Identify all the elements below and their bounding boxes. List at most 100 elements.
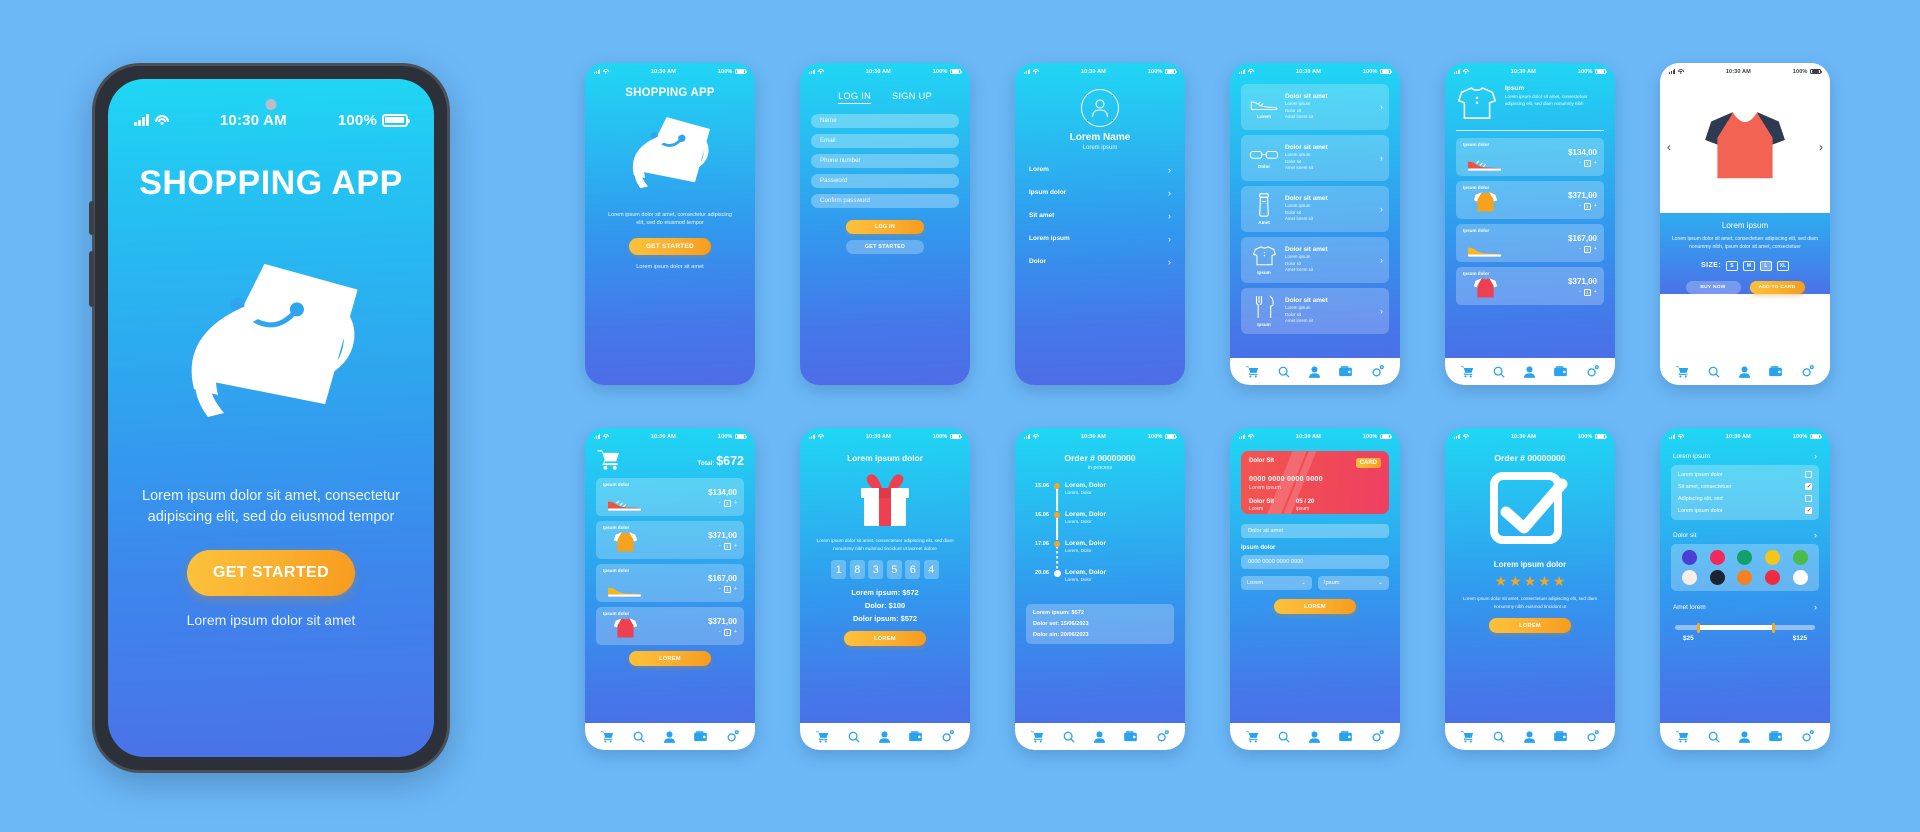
pin-code-input[interactable]: 1 8 3 5 6 4 bbox=[811, 560, 959, 580]
search-icon[interactable] bbox=[1493, 731, 1505, 743]
cart-icon[interactable] bbox=[1461, 730, 1474, 743]
increment-button[interactable]: + bbox=[1594, 289, 1597, 295]
category-row[interactable]: Ipsum Dolor sit amet Lorem ipsum Dolor s… bbox=[1241, 237, 1389, 283]
checkbox[interactable] bbox=[1805, 507, 1812, 514]
next-arrow-icon[interactable]: › bbox=[1819, 140, 1823, 154]
user-icon[interactable] bbox=[1738, 730, 1750, 743]
quantity-stepper[interactable]: - 1 + bbox=[708, 499, 737, 507]
cart-icon[interactable] bbox=[1676, 365, 1689, 378]
gear-icon[interactable] bbox=[1586, 365, 1599, 378]
checkbox-row[interactable]: Lorem ipsum dolor bbox=[1678, 471, 1812, 478]
phone-field[interactable]: Phone number bbox=[811, 153, 959, 168]
get-started-button[interactable]: GET STARTED bbox=[629, 237, 711, 255]
color-swatch[interactable] bbox=[1682, 570, 1698, 585]
user-icon[interactable] bbox=[1523, 365, 1535, 378]
cardholder-name-field[interactable]: Dolor sit amet bbox=[1241, 524, 1389, 538]
decrement-button[interactable]: - bbox=[719, 586, 721, 592]
cart-icon[interactable] bbox=[1246, 730, 1259, 743]
email-field[interactable]: Email bbox=[811, 133, 959, 148]
increment-button[interactable]: + bbox=[734, 500, 737, 506]
pin-digit[interactable]: 3 bbox=[868, 560, 884, 580]
sidebar-item-sit-amet[interactable]: Sit amet › bbox=[1026, 204, 1174, 227]
quantity-stepper[interactable]: - 1 + bbox=[708, 585, 737, 593]
get-started-button[interactable]: GET STARTED bbox=[846, 239, 924, 254]
user-icon[interactable] bbox=[1738, 365, 1750, 378]
get-started-button[interactable]: GET STARTED bbox=[187, 550, 355, 596]
product-row[interactable]: Ipsum dolor $167,00 - 1 + bbox=[1456, 224, 1604, 262]
color-swatch[interactable] bbox=[1682, 550, 1698, 565]
star-icon[interactable]: ★ bbox=[1495, 573, 1508, 590]
product-row[interactable]: Ipsum dolor $134,00 - 1 + bbox=[1456, 138, 1604, 176]
month-select[interactable]: Lorem ⌄ bbox=[1241, 576, 1312, 590]
tab-signup[interactable]: SIGN UP bbox=[892, 91, 932, 104]
wallet-icon[interactable] bbox=[908, 731, 922, 742]
decrement-button[interactable]: - bbox=[719, 500, 721, 506]
category-row[interactable]: Dolor Dolor sit amet Lorem ipsum Dolor s… bbox=[1241, 135, 1389, 181]
cart-row[interactable]: Ipsum dolor $371,00 - 1 + bbox=[596, 521, 744, 559]
increment-button[interactable]: + bbox=[1594, 203, 1597, 209]
cart-row[interactable]: Ipsum dolor $371,00 - 1 + bbox=[596, 607, 744, 645]
pin-digit[interactable]: 6 bbox=[905, 560, 921, 580]
quantity-stepper[interactable]: - 1 + bbox=[708, 628, 737, 636]
filter-section-lorem-ipsum[interactable]: Lorem ipsum › bbox=[1671, 447, 1819, 465]
product-row[interactable]: Ipsum dolor $371,00 - 1 + bbox=[1456, 267, 1604, 305]
sidebar-item-dolor[interactable]: Dolor › bbox=[1026, 250, 1174, 273]
cart-icon[interactable] bbox=[1676, 730, 1689, 743]
size-option-m[interactable]: M bbox=[1742, 260, 1755, 271]
gear-icon[interactable] bbox=[726, 730, 739, 743]
cart-icon[interactable] bbox=[1246, 365, 1259, 378]
decrement-button[interactable]: - bbox=[719, 629, 721, 635]
slider-min-handle[interactable] bbox=[1697, 622, 1701, 633]
filter-section-amet-lorem[interactable]: Amet lorem › bbox=[1671, 598, 1819, 616]
search-icon[interactable] bbox=[1493, 366, 1505, 378]
color-swatch[interactable] bbox=[1737, 570, 1753, 585]
quantity-stepper[interactable]: - 1 + bbox=[1568, 288, 1597, 296]
cart-icon[interactable] bbox=[1031, 730, 1044, 743]
user-icon[interactable] bbox=[1523, 730, 1535, 743]
wallet-icon[interactable] bbox=[693, 731, 707, 742]
prev-arrow-icon[interactable]: ‹ bbox=[1667, 140, 1671, 154]
search-icon[interactable] bbox=[1708, 731, 1720, 743]
increment-button[interactable]: + bbox=[1594, 246, 1597, 252]
decrement-button[interactable]: - bbox=[1579, 289, 1581, 295]
quantity-stepper[interactable]: - 1 + bbox=[708, 542, 737, 550]
cart-row[interactable]: Ipsum dolor $167,00 - 1 + bbox=[596, 564, 744, 602]
search-icon[interactable] bbox=[1278, 731, 1290, 743]
increment-button[interactable]: + bbox=[734, 543, 737, 549]
rating-stars[interactable]: ★ ★ ★ ★ ★ bbox=[1456, 573, 1604, 590]
search-icon[interactable] bbox=[848, 731, 860, 743]
submit-button[interactable]: LOREM bbox=[844, 631, 926, 647]
name-field[interactable]: Name bbox=[811, 113, 959, 128]
star-icon[interactable]: ★ bbox=[1509, 573, 1522, 590]
cart-icon[interactable] bbox=[601, 730, 614, 743]
decrement-button[interactable]: - bbox=[1579, 246, 1581, 252]
decrement-button[interactable]: - bbox=[719, 543, 721, 549]
color-swatch[interactable] bbox=[1709, 550, 1725, 565]
wallet-icon[interactable] bbox=[1123, 731, 1137, 742]
filter-section-dolor-sit[interactable]: Dolor sit › bbox=[1671, 526, 1819, 544]
tab-login[interactable]: LOG IN bbox=[838, 91, 872, 104]
wallet-icon[interactable] bbox=[1553, 366, 1567, 377]
user-icon[interactable] bbox=[663, 730, 675, 743]
user-icon[interactable] bbox=[1093, 730, 1105, 743]
checkout-button[interactable]: LOREM bbox=[629, 651, 711, 666]
checkbox-row[interactable]: Lorem ipsum dolor bbox=[1678, 507, 1812, 514]
star-icon[interactable]: ★ bbox=[1524, 573, 1537, 590]
decrement-button[interactable]: - bbox=[1579, 160, 1581, 166]
user-icon[interactable] bbox=[1308, 365, 1320, 378]
pin-digit[interactable]: 1 bbox=[831, 560, 847, 580]
search-icon[interactable] bbox=[1708, 366, 1720, 378]
checkbox[interactable] bbox=[1805, 495, 1812, 502]
increment-button[interactable]: + bbox=[734, 629, 737, 635]
year-select[interactable]: Ipsum ⌄ bbox=[1318, 576, 1389, 590]
quantity-stepper[interactable]: - 1 + bbox=[1568, 159, 1597, 167]
decrement-button[interactable]: - bbox=[1579, 203, 1581, 209]
pay-button[interactable]: LOREM bbox=[1274, 599, 1356, 614]
category-row[interactable]: Ipsum Dolor sit amet Lorem ipsum Dolor s… bbox=[1241, 288, 1389, 334]
cart-row[interactable]: Ipsum dolor $134,00 - 1 + bbox=[596, 478, 744, 516]
gear-icon[interactable] bbox=[1371, 365, 1384, 378]
color-swatch[interactable] bbox=[1792, 550, 1808, 565]
sidebar-item-lorem-ipsum[interactable]: Lorem ipsum › bbox=[1026, 227, 1174, 250]
gear-icon[interactable] bbox=[1371, 730, 1384, 743]
product-row[interactable]: Ipsum dolor $371,00 - 1 + bbox=[1456, 181, 1604, 219]
